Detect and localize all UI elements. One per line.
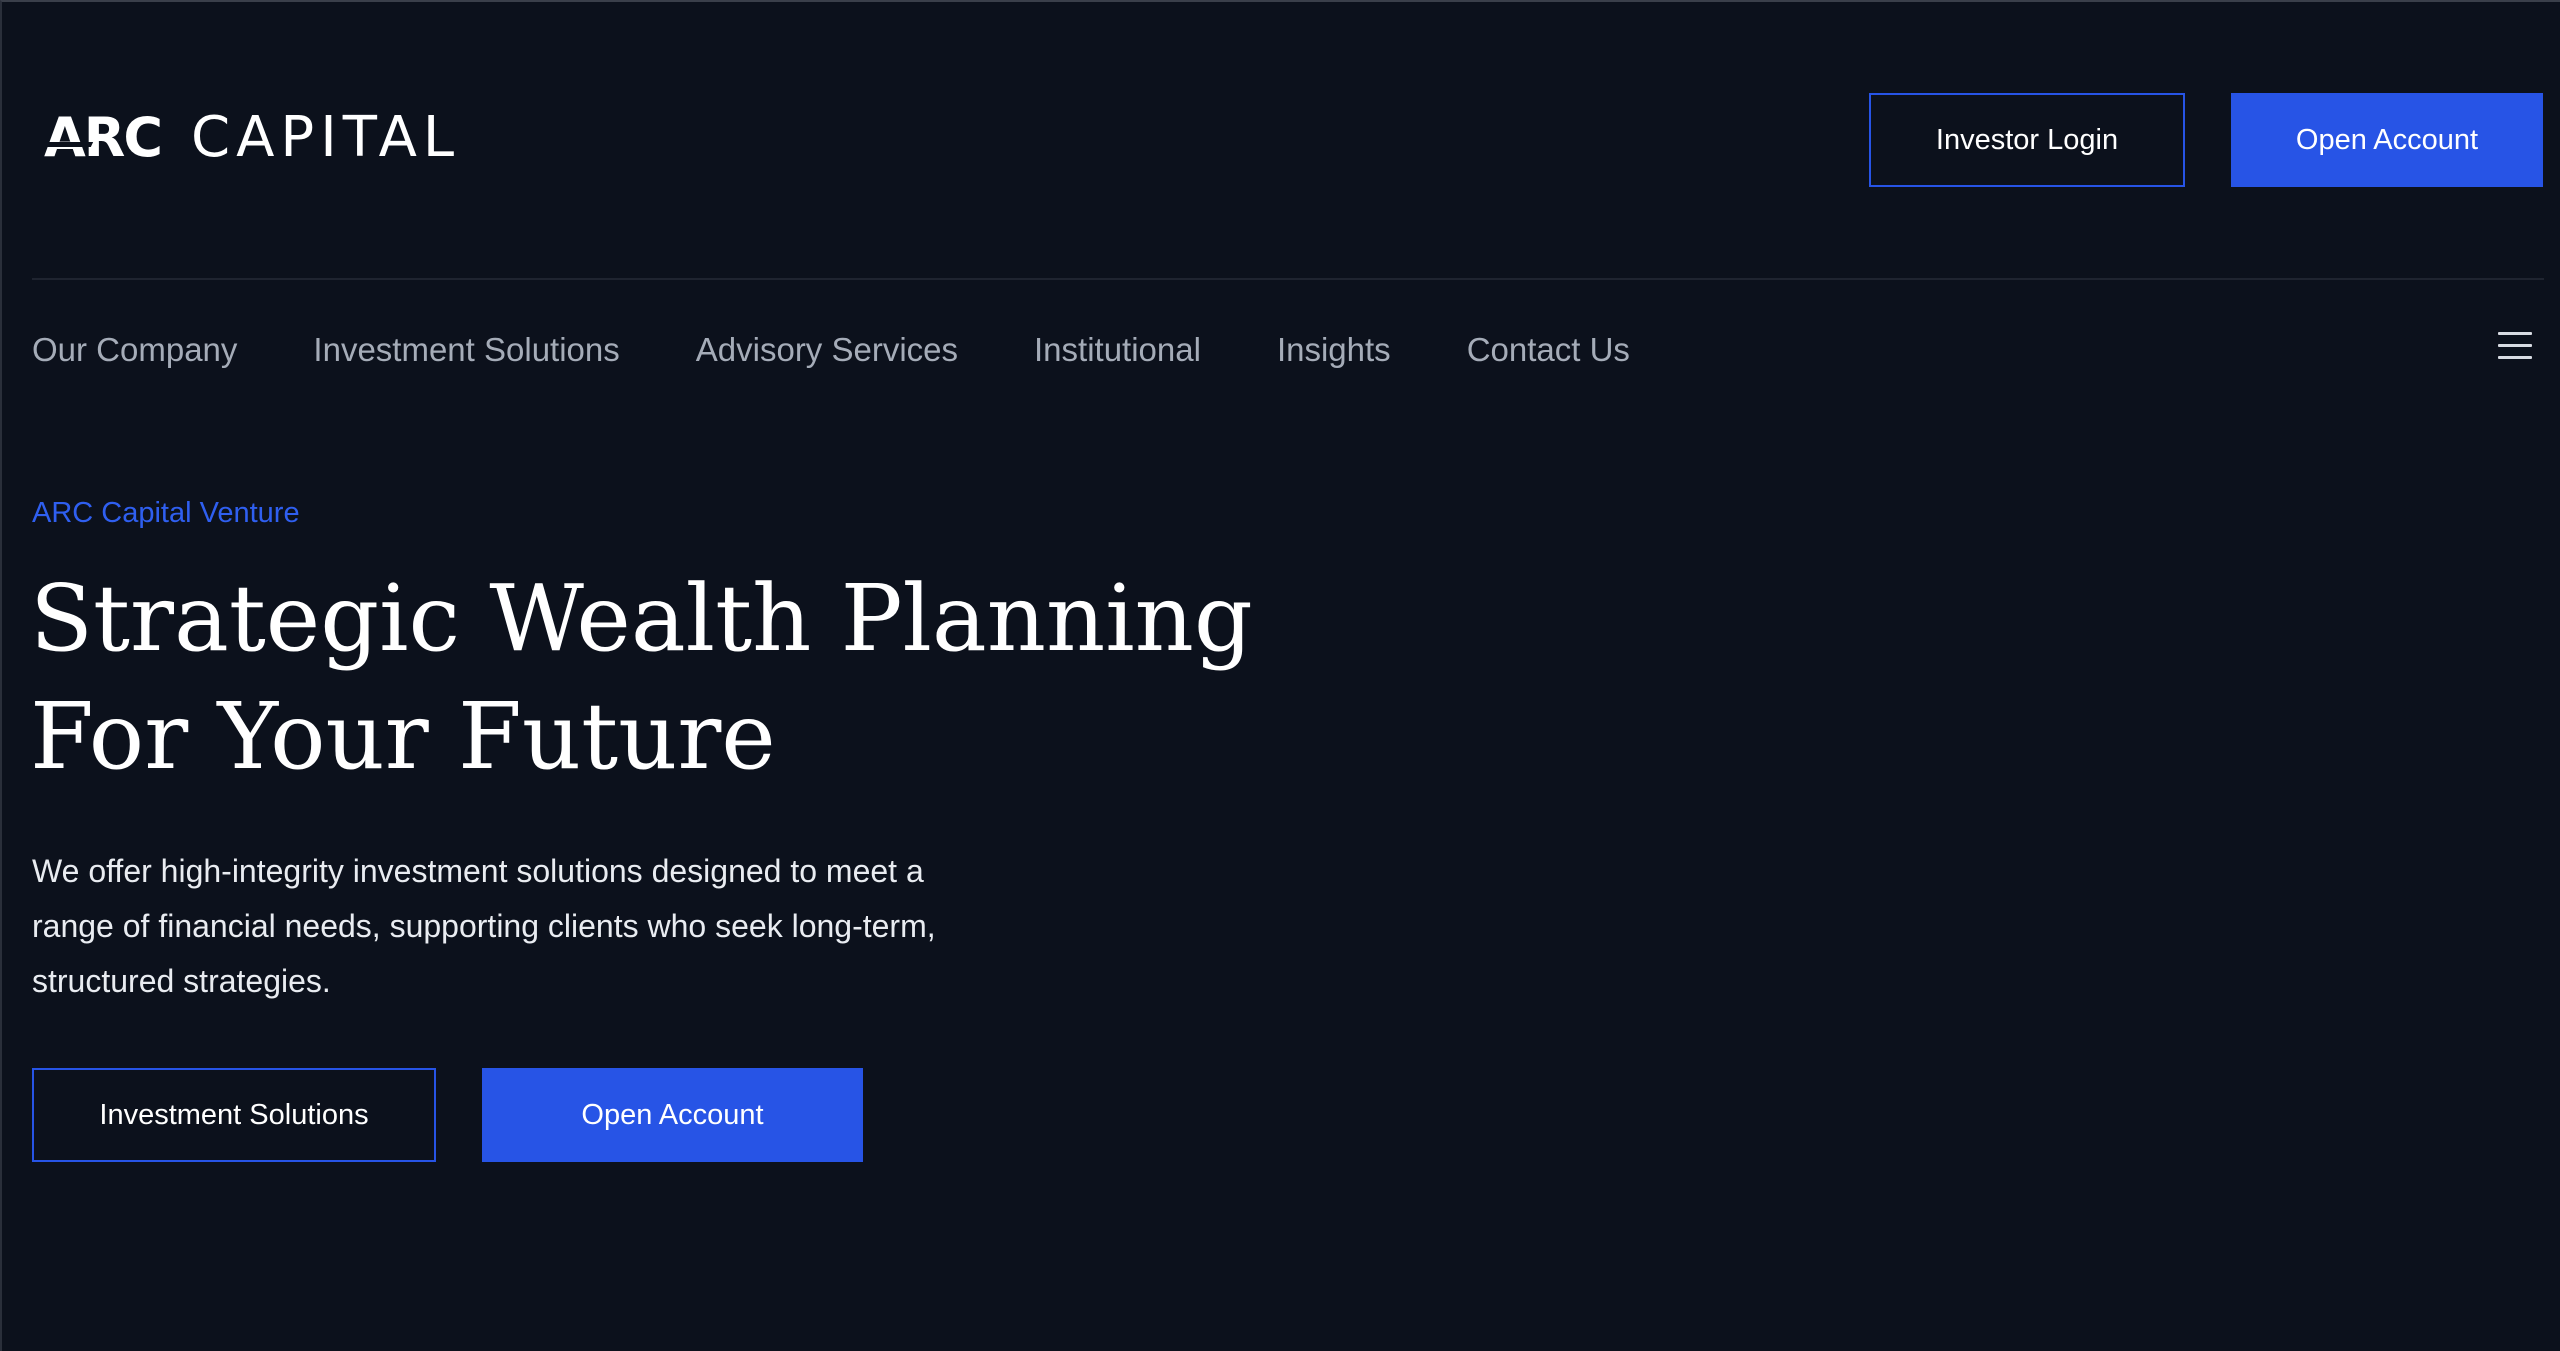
nav-item-insights[interactable]: Insights xyxy=(1277,331,1391,369)
brand-logo[interactable]: ARC CAPITAL xyxy=(44,108,460,168)
investment-solutions-button[interactable]: Investment Solutions xyxy=(32,1068,436,1162)
hero-description-line: range of financial needs, supporting cli… xyxy=(32,908,936,944)
header-open-account-button[interactable]: Open Account xyxy=(2231,93,2543,187)
hero-eyebrow: ARC Capital Venture xyxy=(32,497,300,529)
hero-title-line: Strategic Wealth Planning xyxy=(30,565,1253,672)
menu-icon-bar xyxy=(2498,332,2532,335)
logo-wordmark: CAPITAL xyxy=(191,105,461,170)
hero-description: We offer high-integrity investment solut… xyxy=(32,844,992,1009)
nav-item-contact-us[interactable]: Contact Us xyxy=(1467,331,1630,369)
hero-open-account-button[interactable]: Open Account xyxy=(482,1068,863,1162)
site-header: ARC CAPITAL Investor Login Open Account xyxy=(0,0,2560,280)
nav-item-investment-solutions[interactable]: Investment Solutions xyxy=(313,331,619,369)
hero-title-line: For Your Future xyxy=(30,683,776,790)
logo-mark: ARC xyxy=(44,106,163,169)
main-nav: Our Company Investment Solutions Advisor… xyxy=(32,322,1706,378)
header-divider xyxy=(32,278,2544,280)
menu-icon-bar xyxy=(2498,356,2532,359)
menu-icon-bar xyxy=(2498,344,2532,347)
hero-description-line: structured strategies. xyxy=(32,963,331,999)
hero-description-line: We offer high-integrity investment solut… xyxy=(32,853,924,889)
nav-item-advisory-services[interactable]: Advisory Services xyxy=(696,331,958,369)
hamburger-menu-icon[interactable] xyxy=(2496,328,2534,364)
hero-title: Strategic Wealth Planning For Your Futur… xyxy=(30,560,1253,796)
investor-login-button[interactable]: Investor Login xyxy=(1869,93,2185,187)
nav-item-our-company[interactable]: Our Company xyxy=(32,331,237,369)
nav-item-institutional[interactable]: Institutional xyxy=(1034,331,1201,369)
